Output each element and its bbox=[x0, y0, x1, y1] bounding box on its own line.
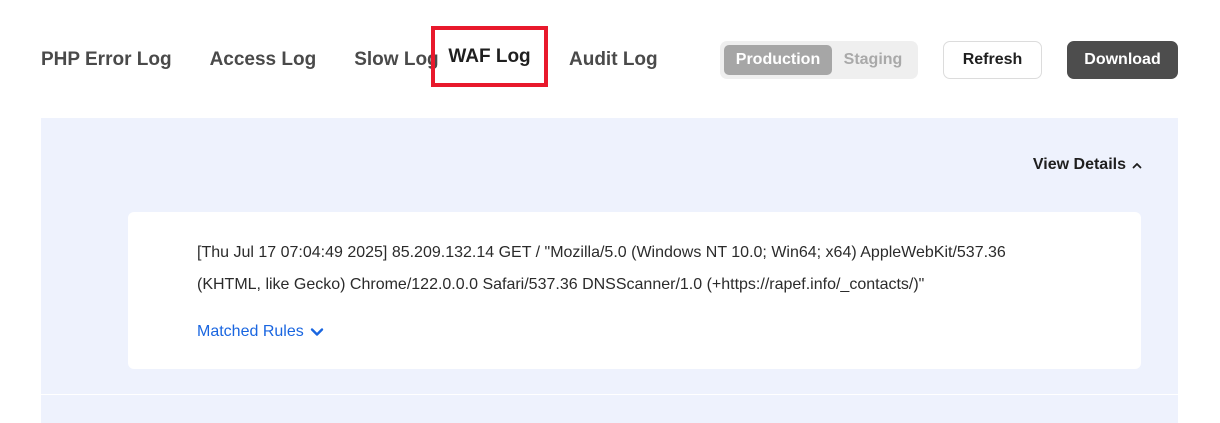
log-entry-text: [Thu Jul 17 07:04:49 2025] 85.209.132.14… bbox=[197, 237, 1077, 301]
env-production-option[interactable]: Production bbox=[724, 45, 832, 75]
tab-php-error-log[interactable]: PHP Error Log bbox=[41, 49, 172, 71]
refresh-button[interactable]: Refresh bbox=[943, 41, 1042, 79]
log-entry-line-2: (KHTML, like Gecko) Chrome/122.0.0.0 Saf… bbox=[197, 276, 925, 293]
view-details-label: View Details bbox=[1032, 156, 1126, 173]
tab-waf-log[interactable]: WAF Log bbox=[448, 46, 530, 68]
matched-rules-label: Matched Rules bbox=[197, 323, 304, 340]
matched-rules-toggle[interactable]: Matched Rules bbox=[197, 323, 324, 341]
tab-audit-log[interactable]: Audit Log bbox=[569, 40, 658, 80]
log-entry-line-1: [Thu Jul 17 07:04:49 2025] 85.209.132.14… bbox=[197, 244, 1006, 261]
env-staging-option[interactable]: Staging bbox=[832, 45, 914, 75]
chevron-down-icon bbox=[310, 327, 324, 337]
tab-waf-log-wrapper: WAF Log bbox=[431, 26, 548, 87]
tab-slow-log[interactable]: Slow Log bbox=[354, 49, 438, 71]
chevron-up-icon bbox=[1132, 162, 1142, 169]
environment-toggle: Production Staging bbox=[720, 41, 918, 79]
log-entry-card: [Thu Jul 17 07:04:49 2025] 85.209.132.14… bbox=[128, 212, 1141, 369]
log-tabs: PHP Error Log Access Log Slow Log bbox=[41, 40, 477, 80]
tab-access-log[interactable]: Access Log bbox=[210, 49, 317, 71]
view-details-toggle[interactable]: View Details bbox=[1033, 156, 1142, 174]
log-panel: View Details [Thu Jul 17 07:04:49 2025] … bbox=[41, 118, 1178, 423]
waf-log-page: PHP Error Log Access Log Slow Log WAF Lo… bbox=[0, 0, 1220, 423]
download-button[interactable]: Download bbox=[1067, 41, 1178, 79]
panel-divider bbox=[41, 394, 1178, 395]
